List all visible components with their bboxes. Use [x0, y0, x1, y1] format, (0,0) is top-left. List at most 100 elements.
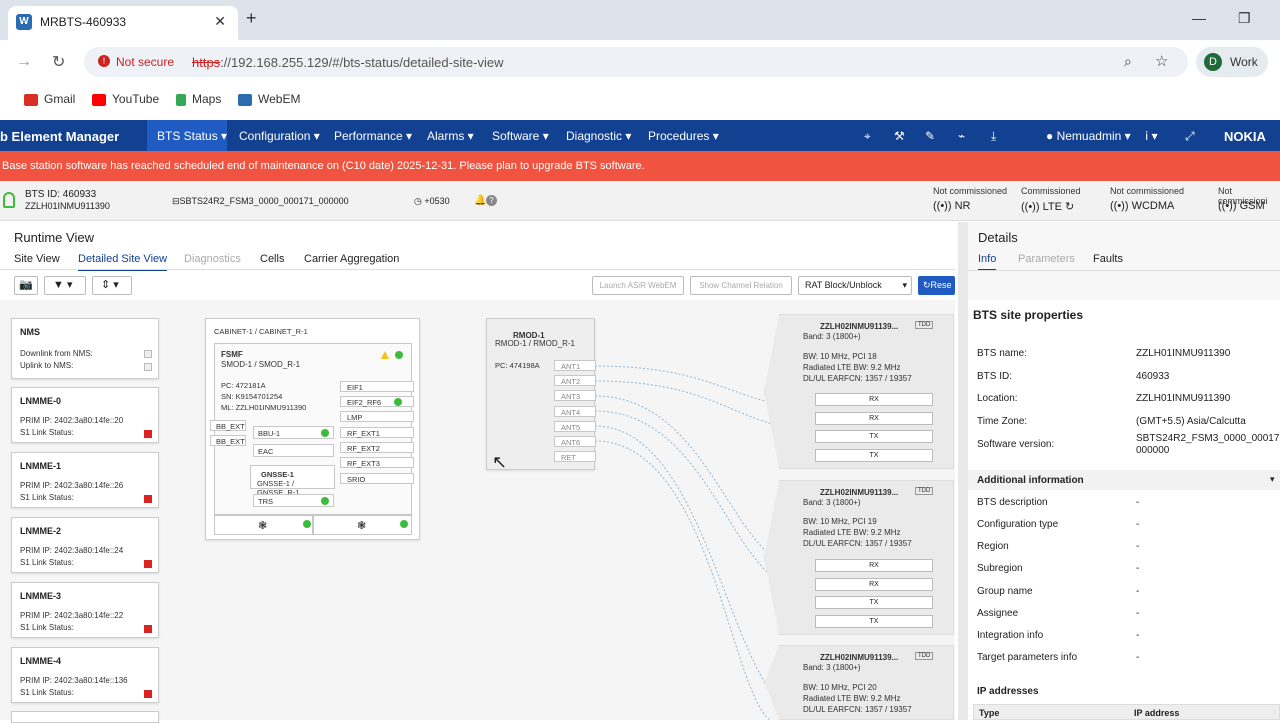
ip-col-type[interactable]: Type: [979, 708, 999, 718]
port-rf-ext2[interactable]: RF_EXT2: [340, 442, 414, 453]
chart-icon[interactable]: ⌁: [958, 129, 965, 143]
port-eif1[interactable]: EIF1: [340, 381, 414, 392]
menu-diagnostic[interactable]: Diagnostic ▾: [566, 129, 631, 143]
mme-card[interactable]: [11, 711, 159, 723]
downlink-status: [144, 350, 152, 358]
tab-parameters[interactable]: Parameters: [1018, 253, 1075, 265]
profile-button[interactable]: D Work: [1196, 47, 1268, 77]
rx-port[interactable]: RX: [815, 559, 933, 572]
ret-port[interactable]: RET: [554, 451, 596, 462]
menu-configuration[interactable]: Configuration ▾: [239, 129, 320, 143]
rat-dropdown-icon[interactable]: ▾: [902, 277, 907, 294]
url-text[interactable]: https://192.168.255.129/#/bts-status/det…: [192, 55, 503, 70]
mme-card[interactable]: LNMME-3 PRIM IP: 2402:3a80:14fe::22 S1 L…: [11, 582, 159, 638]
show-channel-button[interactable]: Show Channel Relation: [690, 276, 792, 295]
reload-icon[interactable]: ↻: [52, 52, 65, 72]
filter-button[interactable]: ▼ ▾: [44, 276, 86, 295]
ant4-port[interactable]: ANT4: [554, 406, 596, 417]
menu-procedures[interactable]: Procedures ▾: [648, 129, 719, 143]
browser-tab[interactable]: W MRBTS-460933 ✕: [8, 6, 238, 40]
panel-splitter[interactable]: [958, 222, 968, 720]
gnss-module[interactable]: GNSSE-1 GNSSE-1 / GNSSE_R-1: [250, 465, 335, 497]
info-key: Integration info: [977, 630, 1044, 641]
mme-card[interactable]: LNMME-1 PRIM IP: 2402:3a80:14fe::26 S1 L…: [11, 452, 159, 508]
info-menu-icon[interactable]: ⅰ ▾: [1145, 129, 1158, 143]
location-icon[interactable]: ⌖: [864, 129, 871, 144]
ant6-port[interactable]: ANT6: [554, 436, 596, 447]
not-secure-label[interactable]: Not secure: [116, 55, 174, 69]
user-menu[interactable]: ● Nemuadmin ▾: [1046, 129, 1131, 143]
new-tab-icon[interactable]: +: [246, 8, 257, 29]
mme-card[interactable]: LNMME-0 PRIM IP: 2402:3a80:14fe::20 S1 L…: [11, 387, 159, 443]
fan-unit[interactable]: ❃: [313, 515, 412, 535]
wcdma-rat[interactable]: ((•)) WCDMA: [1110, 200, 1174, 212]
ant3-port[interactable]: ANT3: [554, 390, 596, 401]
trs-module[interactable]: TRS: [253, 494, 334, 507]
tab-info[interactable]: Info: [978, 253, 997, 271]
forward-icon[interactable]: →: [16, 53, 32, 71]
port-srio[interactable]: SRIO: [340, 473, 414, 484]
menu-performance[interactable]: Performance ▾: [334, 129, 412, 143]
mme-name: LNMME-3: [20, 591, 61, 601]
gsm-rat[interactable]: ((•)) GSM: [1218, 200, 1265, 212]
fullscreen-icon[interactable]: ⤢: [1185, 129, 1195, 144]
fsmf-pc: PC: 472181A: [221, 381, 266, 390]
rx-port[interactable]: RX: [815, 393, 933, 406]
sort-button[interactable]: ⇕ ▾: [92, 276, 132, 295]
ant2-port[interactable]: ANT2: [554, 375, 596, 386]
tab-faults[interactable]: Faults: [1093, 253, 1123, 265]
bb-ext-port[interactable]: BB_EXT: [210, 435, 246, 446]
tab-site-view[interactable]: Site View: [14, 253, 60, 265]
eac-module[interactable]: EAC: [253, 444, 334, 457]
edit-icon[interactable]: ✎: [925, 129, 935, 143]
bookmark-maps[interactable]: Maps: [176, 92, 221, 106]
reset-button[interactable]: ↻Rese: [918, 276, 955, 295]
minimize-icon[interactable]: —: [1192, 10, 1206, 26]
rat-block-button[interactable]: RAT Block/Unblock ▾: [798, 276, 912, 295]
tx-port[interactable]: TX: [815, 430, 933, 443]
collapse-icon[interactable]: ▾: [1270, 474, 1275, 485]
lte-rat[interactable]: ((•)) LTE ↻: [1021, 200, 1074, 213]
ip-col-address[interactable]: IP address: [1134, 708, 1179, 718]
fan-unit[interactable]: ❃: [214, 515, 313, 535]
nms-card[interactable]: NMS Downlink from NMS: Uplink to NMS:: [11, 318, 159, 379]
bookmark-star-icon[interactable]: ☆: [1155, 52, 1168, 70]
tx-port[interactable]: TX: [815, 596, 933, 609]
nms-title: NMS: [20, 327, 40, 337]
ant5-port[interactable]: ANT5: [554, 421, 596, 432]
port-rf-ext1[interactable]: RF_EXT1: [340, 427, 414, 438]
tab-diagnostics[interactable]: Diagnostics: [184, 253, 241, 265]
tx-port[interactable]: TX: [815, 615, 933, 628]
bookmark-webem[interactable]: WebEM: [238, 92, 300, 106]
alarm-bell-icon[interactable]: 🔔: [474, 195, 486, 206]
prop-key: Software version:: [977, 439, 1055, 450]
download-icon[interactable]: ⤓: [991, 129, 996, 144]
ant1-port[interactable]: ANT1: [554, 360, 596, 371]
menu-bts-status[interactable]: BTS Status ▾: [157, 129, 227, 143]
menu-software[interactable]: Software ▾: [492, 129, 549, 143]
tab-cells[interactable]: Cells: [260, 253, 284, 265]
tab-carrier-aggregation[interactable]: Carrier Aggregation: [304, 253, 399, 265]
port-eif2[interactable]: EIF2_RF6: [340, 396, 414, 407]
s1-status-icon: [144, 690, 152, 698]
bookmark-youtube[interactable]: YouTube: [92, 92, 159, 106]
port-rf-ext3[interactable]: RF_EXT3: [340, 457, 414, 468]
zoom-icon[interactable]: ⌕: [1124, 53, 1132, 70]
menu-alarms[interactable]: Alarms ▾: [427, 129, 474, 143]
tools-icon[interactable]: ⚒: [894, 129, 905, 143]
camera-button[interactable]: 📷: [14, 276, 38, 295]
port-lmp[interactable]: LMP: [340, 411, 414, 422]
restore-icon[interactable]: ❐: [1238, 10, 1251, 27]
bb-ext-port[interactable]: BB_EXT: [210, 420, 246, 431]
mme-card[interactable]: LNMME-4 PRIM IP: 2402:3a80:14fe::136 S1 …: [11, 647, 159, 703]
tx-port[interactable]: TX: [815, 449, 933, 462]
bookmark-gmail[interactable]: Gmail: [24, 92, 75, 106]
bbu-module[interactable]: BBU-1: [253, 426, 334, 439]
rx-port[interactable]: RX: [815, 578, 933, 591]
nr-rat[interactable]: ((•)) NR: [933, 200, 970, 212]
launch-asir-button[interactable]: Launch ASiR WebEM: [592, 276, 684, 295]
help-icon[interactable]: ?: [486, 195, 497, 206]
rx-port[interactable]: RX: [815, 412, 933, 425]
mme-card[interactable]: LNMME-2 PRIM IP: 2402:3a80:14fe::24 S1 L…: [11, 517, 159, 573]
close-tab-icon[interactable]: ✕: [214, 13, 226, 30]
